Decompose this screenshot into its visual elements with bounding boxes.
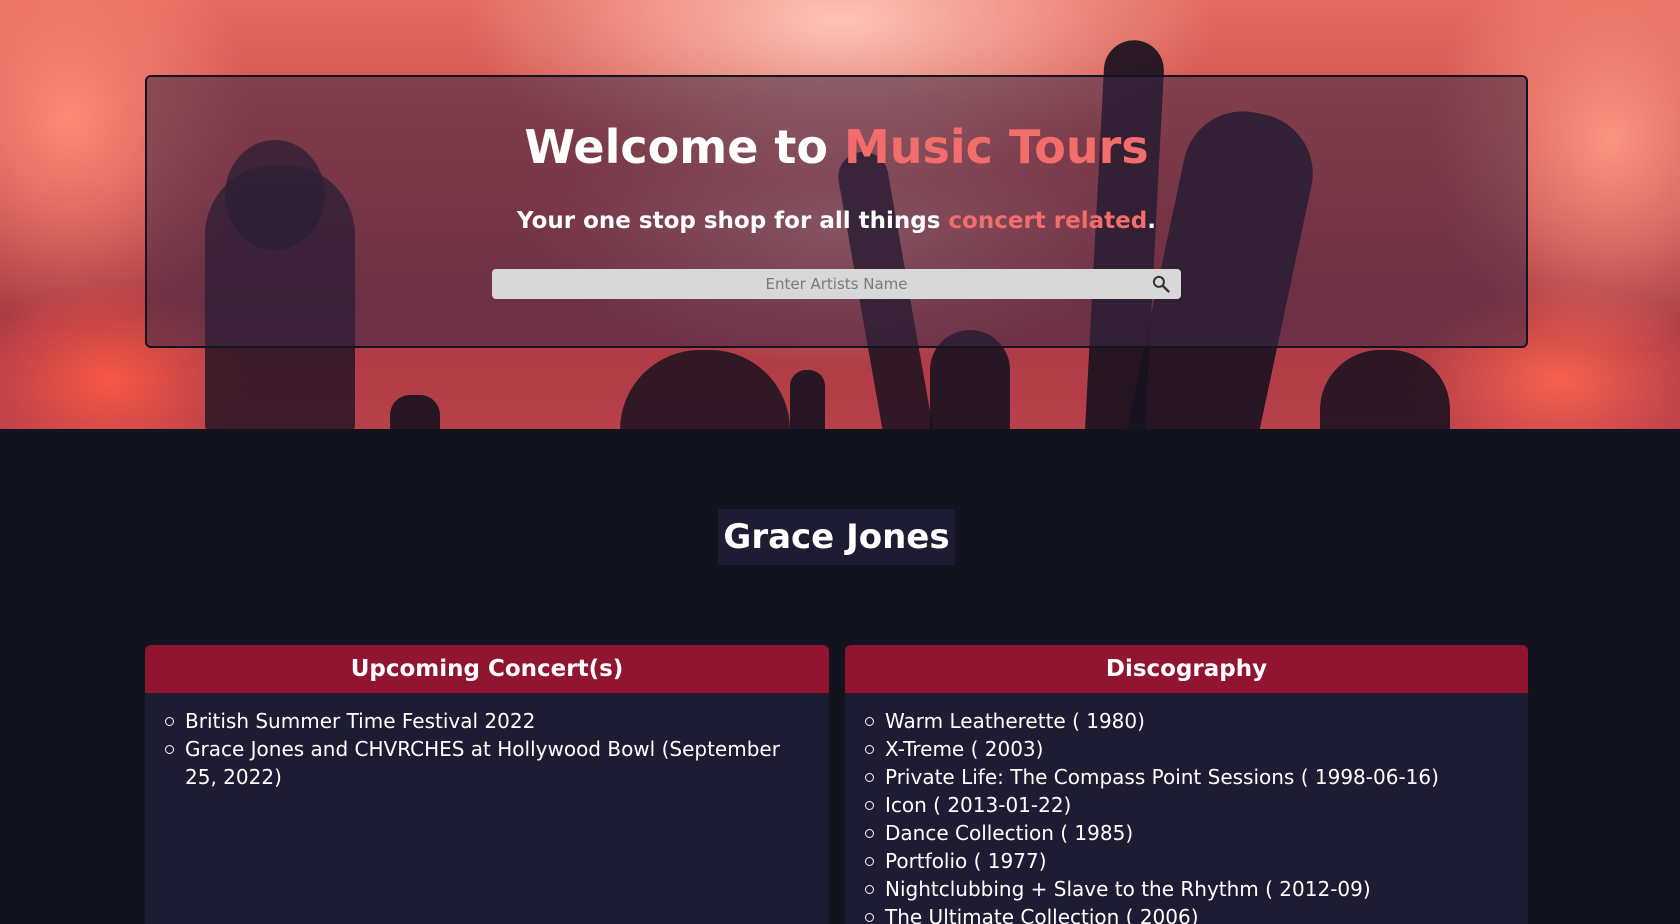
artist-section: Grace Jones Upcoming Concert(s) British … xyxy=(0,429,1680,924)
crowd-silhouette xyxy=(1320,350,1450,429)
page-title: Welcome to Music Tours xyxy=(147,115,1526,179)
search-icon xyxy=(1152,275,1170,293)
subtitle-accent: concert related xyxy=(948,208,1148,234)
album-item: Icon ( 2013-01-22) xyxy=(865,791,1508,819)
concert-item: British Summer Time Festival 2022 xyxy=(165,707,809,735)
album-list: Warm Leatherette ( 1980) X-Treme ( 2003)… xyxy=(845,693,1528,924)
subtitle-suffix: . xyxy=(1147,208,1156,234)
discography-panel: Discography Warm Leatherette ( 1980) X-T… xyxy=(845,645,1528,924)
artist-name: Grace Jones xyxy=(718,509,955,565)
hero-banner: Welcome to Music Tours Your one stop sho… xyxy=(0,0,1680,429)
search-input[interactable] xyxy=(492,269,1181,299)
crowd-silhouette xyxy=(790,370,825,429)
album-item: X-Treme ( 2003) xyxy=(865,735,1508,763)
album-item: Portfolio ( 1977) xyxy=(865,847,1508,875)
upcoming-concerts-header: Upcoming Concert(s) xyxy=(145,645,829,693)
search-bar xyxy=(492,269,1181,299)
album-item: Private Life: The Compass Point Sessions… xyxy=(865,763,1508,791)
title-prefix: Welcome to xyxy=(524,120,845,174)
title-accent: Music Tours xyxy=(844,120,1149,174)
crowd-silhouette xyxy=(390,395,440,429)
concert-item: Grace Jones and CHVRCHES at Hollywood Bo… xyxy=(165,735,809,791)
upcoming-concerts-panel: Upcoming Concert(s) British Summer Time … xyxy=(145,645,829,924)
album-item: Warm Leatherette ( 1980) xyxy=(865,707,1508,735)
hero-card: Welcome to Music Tours Your one stop sho… xyxy=(145,75,1528,348)
concert-list: British Summer Time Festival 2022 Grace … xyxy=(145,693,829,791)
album-item: Dance Collection ( 1985) xyxy=(865,819,1508,847)
crowd-silhouette xyxy=(620,350,790,429)
discography-header: Discography xyxy=(845,645,1528,693)
album-item: The Ultimate Collection ( 2006) xyxy=(865,903,1508,924)
album-item: Nightclubbing + Slave to the Rhythm ( 20… xyxy=(865,875,1508,903)
search-button[interactable] xyxy=(1151,274,1171,294)
subtitle-prefix: Your one stop shop for all things xyxy=(517,208,949,234)
page-subtitle: Your one stop shop for all things concer… xyxy=(147,205,1526,237)
